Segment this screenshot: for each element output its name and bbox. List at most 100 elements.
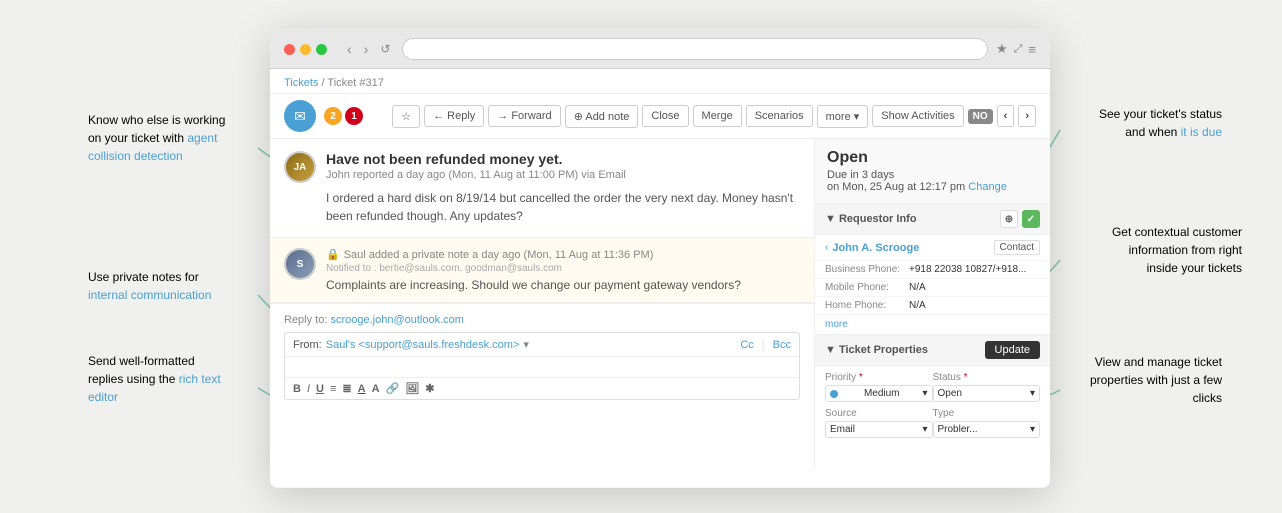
annotation-right-top-text: See your ticket's statusand when it is d… bbox=[1099, 107, 1222, 139]
priority-label: Priority * bbox=[825, 372, 933, 383]
underline-button[interactable]: U bbox=[316, 383, 324, 395]
star-button[interactable]: ☆ bbox=[392, 105, 420, 128]
status-select[interactable]: Open ▾ bbox=[933, 385, 1041, 402]
annotation-highlight-3: rich texteditor bbox=[88, 372, 221, 404]
annotation-highlight-4: it is due bbox=[1181, 125, 1222, 139]
bold-button[interactable]: B bbox=[293, 383, 301, 395]
type-prop: Type Probler... ▾ bbox=[933, 408, 1041, 438]
merge-button[interactable]: Merge bbox=[693, 105, 742, 127]
bcc-button[interactable]: Bcc bbox=[773, 339, 791, 351]
reply-to-email: scrooge.john@outlook.com bbox=[330, 314, 463, 326]
annotation-left-top-text: Know who else is workingon your ticket w… bbox=[88, 113, 225, 163]
message-meta: John reported a day ago (Mon, 11 Aug at … bbox=[326, 169, 800, 181]
requestor-name-row: ‹ John A. Scrooge Contact bbox=[815, 235, 1050, 261]
reply-body[interactable] bbox=[285, 357, 799, 377]
font-color-button[interactable]: A bbox=[358, 383, 366, 395]
note-text: Complaints are increasing. Should we cha… bbox=[326, 278, 800, 292]
expand-icon[interactable]: ⤢ bbox=[1014, 43, 1023, 56]
type-select[interactable]: Probler... ▾ bbox=[933, 421, 1041, 438]
italic-button[interactable]: I bbox=[307, 383, 310, 395]
image-button[interactable]: 🖼 bbox=[405, 382, 419, 395]
note-header-row: 🔒 Saul added a private note a day ago (M… bbox=[326, 248, 800, 261]
requestor-icon-btn-1[interactable]: ⊕ bbox=[1000, 210, 1018, 228]
forward-button[interactable]: › bbox=[360, 39, 373, 59]
ticket-actions: ☆ ← Reply → Forward ⊕ Add note Close Mer… bbox=[392, 105, 1036, 128]
message-title: Have not been refunded money yet. bbox=[326, 151, 800, 167]
status-box: Open Due in 3 days on Mon, 25 Aug at 12:… bbox=[815, 139, 1050, 204]
list-ordered-button[interactable]: ≣ bbox=[342, 382, 351, 395]
more-button[interactable]: more ▾ bbox=[817, 105, 869, 128]
annotation-right-bottom-text: View and manage ticketproperties with ju… bbox=[1090, 355, 1222, 405]
requestor-section-title: ▼ Requestor Info bbox=[825, 213, 917, 225]
menu-icon[interactable]: ≡ bbox=[1028, 42, 1036, 57]
add-note-button[interactable]: ⊕ Add note bbox=[565, 105, 639, 128]
annotation-highlight-2: internal communication bbox=[88, 288, 211, 302]
prev-ticket-button[interactable]: ‹ bbox=[997, 105, 1015, 127]
note-agent: Saul bbox=[344, 249, 366, 261]
maximize-button[interactable] bbox=[316, 44, 327, 55]
business-phone-label: Business Phone: bbox=[825, 264, 905, 275]
status-required: * bbox=[964, 372, 968, 383]
link-button[interactable]: 🔗 bbox=[386, 382, 400, 395]
home-phone-row: Home Phone: N/A bbox=[815, 297, 1050, 315]
close-button[interactable] bbox=[284, 44, 295, 55]
minimize-button[interactable] bbox=[300, 44, 311, 55]
star-icon[interactable]: ★ bbox=[996, 41, 1008, 57]
browser-window: ‹ › ↺ ★ ⤢ ≡ Tickets / Ticket #317 ✉ 2 1 bbox=[270, 28, 1050, 488]
status-prop-label-text: Status bbox=[933, 372, 961, 383]
annotation-right-middle: Get contextual customerinformation from … bbox=[1112, 223, 1242, 277]
cc-button[interactable]: Cc bbox=[740, 339, 753, 351]
badge-2: 2 bbox=[324, 107, 342, 125]
agent-avatar: S bbox=[284, 248, 316, 280]
email-channel-icon[interactable]: ✉ bbox=[284, 100, 316, 132]
ticket-content: Tickets / Ticket #317 ✉ 2 1 ☆ ← Reply → … bbox=[270, 69, 1050, 487]
ticket-status: Open bbox=[827, 149, 1038, 167]
ticket-properties-title: ▼ Ticket Properties bbox=[825, 344, 928, 356]
source-label: Source bbox=[825, 408, 933, 419]
requester-avatar-img: JA bbox=[286, 153, 314, 181]
priority-required: * bbox=[859, 372, 863, 383]
ticket-properties-grid: Priority * Medium ▾ Status * bbox=[815, 366, 1050, 450]
annotation-left-bottom-text: Send well-formattedreplies using the ric… bbox=[88, 354, 221, 404]
more-link[interactable]: more bbox=[815, 315, 1050, 334]
scenarios-button[interactable]: Scenarios bbox=[746, 105, 813, 127]
requestor-nav-left[interactable]: ‹ bbox=[825, 242, 828, 253]
update-button[interactable]: Update bbox=[985, 341, 1040, 359]
annotation-left-middle-text: Use private notes forinternal communicat… bbox=[88, 270, 211, 302]
change-link[interactable]: Change bbox=[968, 181, 1007, 193]
agent-avatar-img: S bbox=[286, 250, 314, 278]
reply-box: Reply to: scrooge.john@outlook.com From:… bbox=[270, 303, 814, 410]
requestor-icon-btn-2[interactable]: ✓ bbox=[1022, 210, 1040, 228]
show-activities-button[interactable]: Show Activities bbox=[872, 105, 963, 127]
home-phone-label: Home Phone: bbox=[825, 300, 905, 311]
refresh-button[interactable]: ↺ bbox=[376, 40, 394, 58]
priority-value: Medium bbox=[864, 388, 900, 399]
type-label: Type bbox=[933, 408, 1041, 419]
status-dropdown-icon: ▾ bbox=[1030, 388, 1035, 399]
priority-select[interactable]: Medium ▾ bbox=[825, 385, 933, 402]
annotation-right-bottom: View and manage ticketproperties with ju… bbox=[1090, 353, 1222, 407]
contact-button[interactable]: Contact bbox=[994, 240, 1040, 255]
tickets-link[interactable]: Tickets bbox=[284, 77, 318, 89]
priority-label-text: Priority bbox=[825, 372, 856, 383]
nav-buttons: ‹ › ↺ bbox=[343, 39, 394, 59]
email-icon: ✉ bbox=[294, 108, 306, 125]
font-size-button[interactable]: A bbox=[372, 383, 380, 395]
reply-button[interactable]: ← Reply bbox=[424, 105, 484, 127]
requestor-name[interactable]: John A. Scrooge bbox=[832, 242, 919, 254]
close-ticket-button[interactable]: Close bbox=[642, 105, 688, 127]
address-bar[interactable] bbox=[402, 38, 988, 60]
mobile-phone-label: Mobile Phone: bbox=[825, 282, 905, 293]
back-button[interactable]: ‹ bbox=[343, 39, 356, 59]
source-select[interactable]: Email ▾ bbox=[825, 421, 933, 438]
ticket-number: Ticket #317 bbox=[327, 77, 383, 89]
next-ticket-button[interactable]: › bbox=[1018, 105, 1036, 127]
forward-button[interactable]: → Forward bbox=[488, 105, 560, 127]
requestor-section-header: ▼ Requestor Info ⊕ ✓ bbox=[815, 204, 1050, 235]
annotation-left-bottom: Send well-formattedreplies using the ric… bbox=[88, 352, 221, 406]
more-formatting-button[interactable]: ✱ bbox=[425, 382, 434, 395]
mobile-phone-value: N/A bbox=[909, 282, 926, 293]
lock-icon: 🔒 bbox=[326, 248, 340, 261]
list-button[interactable]: ≡ bbox=[330, 383, 336, 395]
message-meta-text: reported a day ago (Mon, 11 Aug at 11:00… bbox=[353, 169, 626, 181]
